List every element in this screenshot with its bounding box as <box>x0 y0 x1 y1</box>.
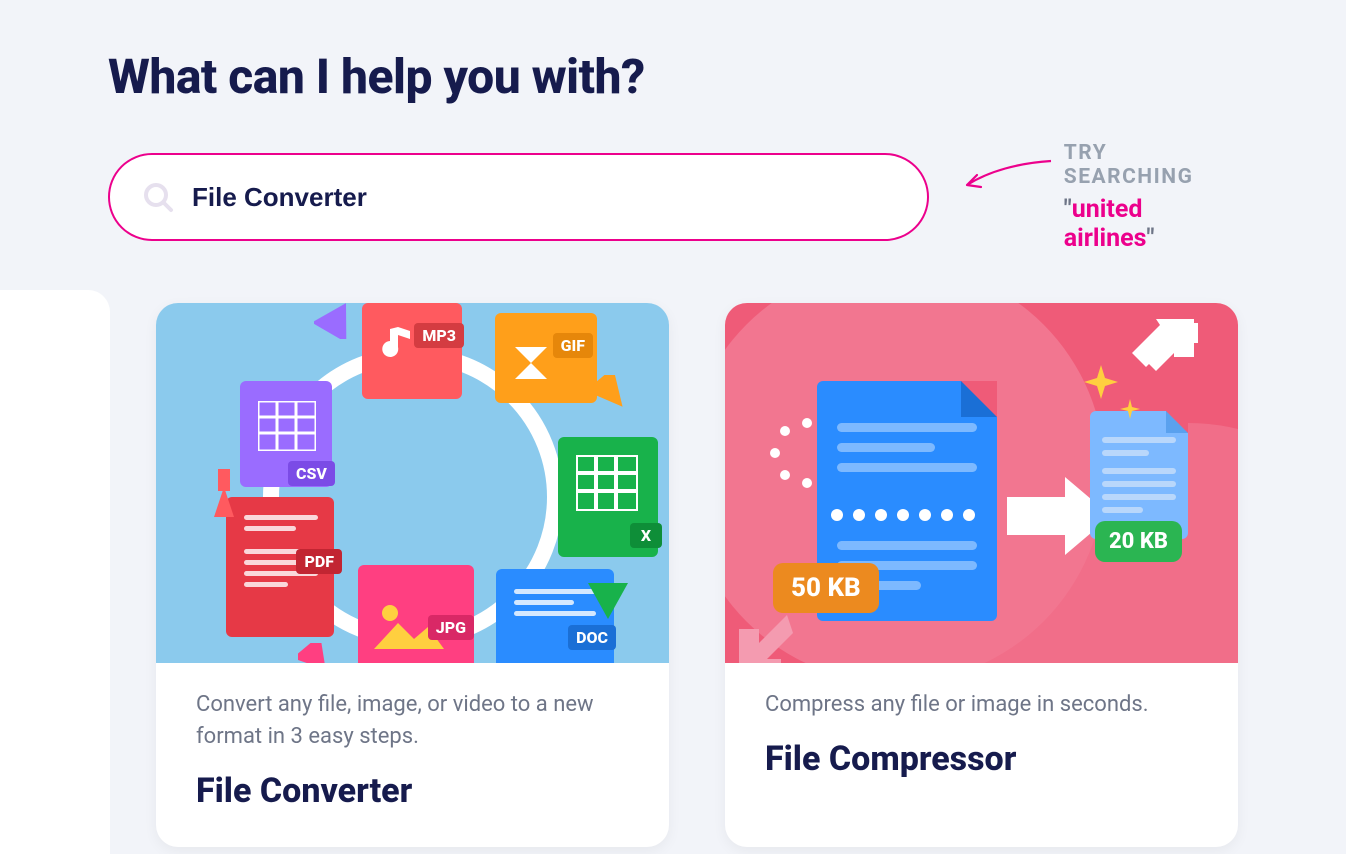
converter-title: File Converter <box>196 771 629 811</box>
search-box[interactable] <box>108 153 929 241</box>
compressor-illustration: 50 KB 20 KB <box>725 303 1238 663</box>
converter-illustration: CSV MP3 GIF <box>156 303 669 663</box>
search-icon <box>142 181 174 213</box>
file-converter-card[interactable]: CSV MP3 GIF <box>156 303 669 847</box>
arrow-left-icon <box>959 155 1055 195</box>
try-term[interactable]: "united airlines" <box>1064 195 1238 253</box>
converter-desc: Convert any file, image, or video to a n… <box>196 689 629 753</box>
compressor-title: File Compressor <box>765 739 1198 779</box>
try-searching-hint: TRY SEARCHING "united airlines" <box>959 141 1238 253</box>
sparkle-icon <box>1084 365 1118 403</box>
sparkle-icon <box>1120 399 1140 423</box>
file-compressor-card[interactable]: 50 KB 20 KB <box>725 303 1238 847</box>
compressor-desc: Compress any file or image in seconds. <box>765 689 1198 721</box>
page-heading: What can I help you with? <box>108 48 1238 105</box>
from-size-badge: 50 KB <box>773 563 879 613</box>
search-input[interactable] <box>192 182 895 213</box>
try-label: TRY SEARCHING <box>1064 141 1238 189</box>
to-size-badge: 20 KB <box>1095 521 1182 562</box>
